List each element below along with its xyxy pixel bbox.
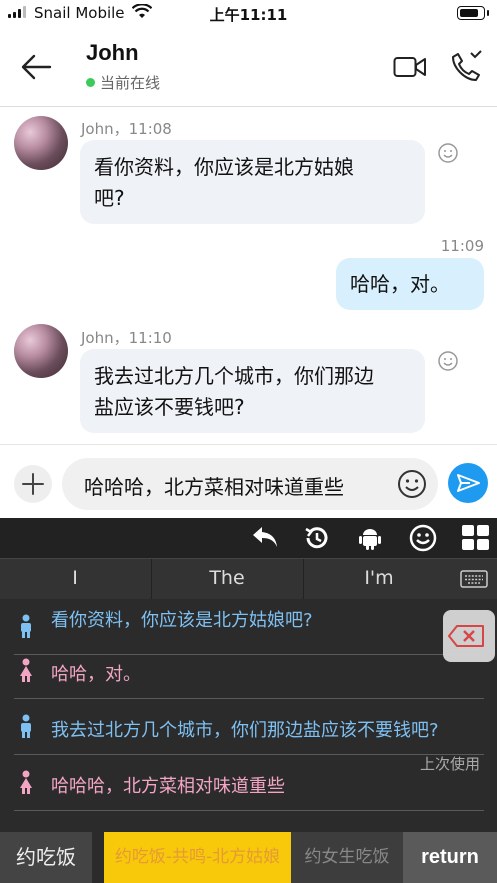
message-sender: John，11:10 (81, 329, 172, 347)
suggestion-bar: I The I'm (0, 558, 497, 599)
category-tab[interactable]: 约女生吃饭 (291, 832, 403, 883)
outgoing-message[interactable]: 哈哈，对。 (336, 258, 484, 310)
male-person-icon (21, 614, 31, 638)
chat-header: John 当前在线 (0, 28, 497, 107)
battery-icon (457, 6, 489, 20)
phrase-text: 看你资料，你应该是北方姑娘吧? (51, 610, 313, 631)
return-key[interactable]: return (403, 832, 497, 883)
message-time: 11:09 (440, 237, 484, 255)
phrase-row[interactable]: 我去过北方几个城市，你们那边盐应该不要钱吧? (14, 698, 484, 755)
phone-call-icon[interactable] (449, 50, 483, 88)
message-text: 吧? (94, 186, 125, 210)
phrase-text: 我去过北方几个城市，你们那边盐应该不要钱吧? (51, 720, 439, 741)
category-tab[interactable]: 约吃饭 (0, 832, 92, 883)
backspace-icon (448, 625, 484, 647)
incoming-message[interactable]: 我去过北方几个城市，你们那边 盐应该不要钱吧? (80, 349, 425, 433)
grid-menu-icon[interactable] (461, 524, 491, 556)
avatar[interactable] (14, 324, 68, 378)
male-person-icon (21, 714, 31, 738)
send-button[interactable] (448, 463, 488, 503)
suggestion-item[interactable]: The (152, 567, 302, 589)
add-attachment-button[interactable] (14, 465, 52, 503)
message-input-text[interactable]: 哈哈哈，北方菜相对味道重些 (84, 471, 344, 500)
female-person-icon (20, 770, 32, 794)
history-icon[interactable] (303, 524, 331, 556)
avatar[interactable] (14, 116, 68, 170)
message-text: 看你资料，你应该是北方姑娘 (94, 155, 354, 179)
reaction-smile-icon[interactable] (437, 350, 459, 376)
back-arrow-icon[interactable] (20, 52, 54, 82)
video-call-icon[interactable] (393, 54, 427, 84)
status-bar: Snail Mobile 上午11:11 (0, 0, 497, 28)
incoming-message[interactable]: 看你资料，你应该是北方姑娘 吧? (80, 140, 425, 224)
keyboard-toolbar (0, 518, 497, 558)
status-time: 上午11:11 (209, 6, 288, 24)
suggestion-item[interactable]: I (0, 567, 150, 589)
phrase-text: 哈哈，对。 (51, 664, 141, 685)
composer: 哈哈哈，北方菜相对味道重些 (0, 444, 497, 519)
phrase-row[interactable]: 哈哈，对。 (14, 642, 484, 699)
emoji-keyboard-icon[interactable] (408, 523, 438, 557)
message-text: 我去过北方几个城市，你们那边 (94, 364, 374, 388)
online-indicator (86, 78, 95, 87)
online-status: 当前在线 (100, 74, 161, 92)
suggestion-item[interactable]: I'm (304, 567, 454, 589)
message-sender: John，11:08 (81, 120, 172, 138)
phrase-text: 哈哈哈，北方菜相对味道重些 (51, 776, 285, 797)
contact-name: John (86, 40, 139, 65)
undo-icon[interactable] (250, 524, 280, 554)
category-tab-selected[interactable]: 约吃饭-共鸣-北方姑娘 (104, 832, 291, 883)
android-icon[interactable] (356, 524, 384, 556)
phrase-row[interactable]: 哈哈哈，北方菜相对味道重些 (14, 754, 484, 811)
keyboard-icon[interactable] (460, 569, 488, 593)
female-person-icon (20, 658, 32, 682)
message-text: 盐应该不要钱吧? (94, 395, 245, 419)
reaction-smile-icon[interactable] (437, 142, 459, 168)
delete-button[interactable] (443, 610, 495, 662)
emoji-icon[interactable] (397, 469, 427, 503)
